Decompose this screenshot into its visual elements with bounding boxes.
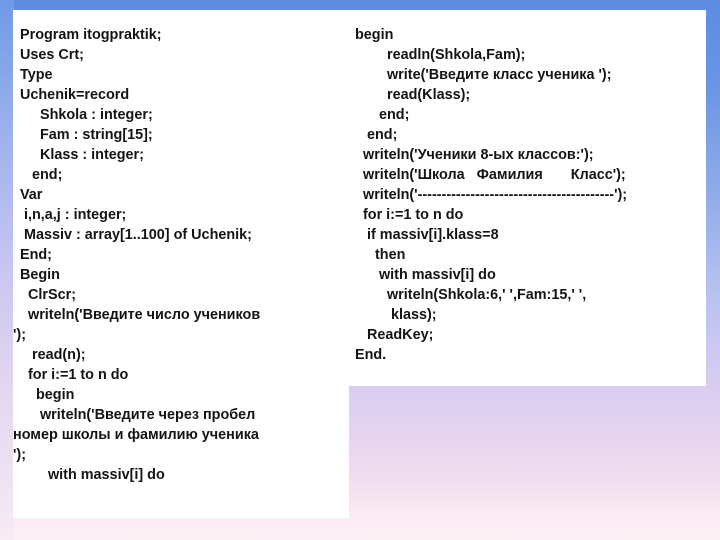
code-left-line: ');	[13, 447, 27, 463]
code-right-line: end;	[355, 127, 398, 143]
code-right-line: writeln(Shkola:6,' ',Fam:15,' ',	[355, 287, 587, 303]
code-left-line: Uses Crt;	[20, 47, 84, 63]
code-left-line: Fam : string[15];	[20, 127, 153, 143]
code-left-line: end;	[20, 167, 63, 183]
code-panel-right: begin readln(Shkola,Fam); write('Введите…	[349, 10, 706, 386]
code-left-line: read(n);	[20, 347, 86, 363]
code-left-line: Type	[20, 67, 53, 83]
code-right-line: writeln('Ученики 8-ых классов:');	[355, 147, 594, 163]
code-left-line: Begin	[20, 267, 60, 283]
code-left-line: Massiv : array[1..100] of Uchenik;	[20, 227, 252, 243]
code-right-line: end;	[355, 107, 410, 123]
code-right-line: begin	[355, 27, 394, 43]
code-left-line: ');	[13, 327, 27, 343]
code-right-line: writeln('Школа Фамилия Класс');	[355, 167, 626, 183]
code-left-line: Klass : integer;	[20, 147, 144, 163]
slide-canvas: Program itogpraktik; Uses Crt; Type Uchenik…	[0, 0, 720, 540]
code-left-line: i,n,a,j : integer;	[20, 207, 127, 223]
code-left-line: Var	[20, 187, 43, 203]
code-panel-left: Program itogpraktik; Uses Crt; Type Uchenik…	[13, 10, 349, 518]
code-left-line: Uchenik=record	[20, 87, 130, 103]
code-left-line: with massiv[i] do	[20, 467, 165, 483]
code-left-line: Program itogpraktik;	[20, 27, 162, 43]
code-right-line: write('Введите класс ученика ');	[355, 67, 612, 83]
code-right-line: readln(Shkola,Fam);	[355, 47, 526, 63]
code-right-line: if massiv[i].klass=8	[355, 227, 499, 243]
code-right-line: klass);	[355, 307, 437, 323]
code-right-line: then	[355, 247, 406, 263]
code-left-line: ClrScr;	[20, 287, 76, 303]
code-left-line: writeln('Введите через пробел	[20, 407, 256, 423]
code-right-line: writeln('-------------------------------…	[355, 187, 628, 203]
code-left-line: номер школы и фамилию ученика	[13, 427, 259, 443]
code-right-line: with massiv[i] do	[355, 267, 496, 283]
code-left-line: End;	[20, 247, 52, 263]
code-right-line: for i:=1 to n do	[355, 207, 464, 223]
code-left-line: Shkola : integer;	[20, 107, 153, 123]
code-right-line: ReadKey;	[355, 327, 434, 343]
code-right-line: read(Klass);	[355, 87, 471, 103]
code-left-line: writeln('Введите число учеников	[20, 307, 261, 323]
code-right-line: End.	[355, 347, 387, 363]
code-left-line: for i:=1 to n do	[20, 367, 129, 383]
code-left-line: begin	[20, 387, 75, 403]
